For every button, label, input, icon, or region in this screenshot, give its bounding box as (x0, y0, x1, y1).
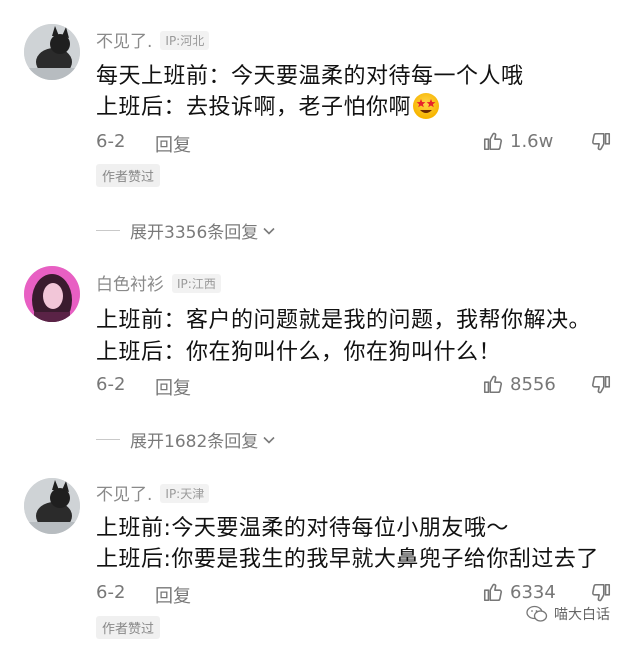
expand-replies-button[interactable]: 展开3356条回复 (96, 218, 276, 243)
comment-text-line: 上班后：你在狗叫什么，你在狗叫什么！ (96, 340, 502, 365)
comment-item: 不见了. IP:河北 每天上班前：今天要温柔的对待每一个人哦 上班后：去投诉啊，老… (0, 0, 640, 210)
author-liked-badge: 作者赞过 (96, 616, 161, 639)
expand-replies-label[interactable]: 展开1682条回复 (130, 427, 258, 452)
comment-item: 白色衬衫 IP:江西 上班前：客户的问题就是我的问题，我帮你解决。 上班后：你在狗… (0, 258, 640, 428)
like-count: 8556 (510, 373, 556, 395)
divider-dash (96, 439, 120, 440)
thumbs-up-icon (483, 583, 503, 602)
avatar[interactable] (24, 24, 80, 80)
like-button[interactable]: 6334 (482, 581, 556, 603)
ip-location-badge: IP:天津 (160, 484, 210, 503)
like-button[interactable]: 8556 (482, 373, 556, 395)
avatar-cat-image (24, 478, 80, 534)
comment-text-line: 上班前：客户的问题就是我的问题，我帮你解决。 (96, 308, 592, 333)
ip-location-badge: IP:江西 (172, 274, 221, 293)
username-text[interactable]: 不见了. (96, 485, 152, 505)
divider-dash (96, 230, 120, 231)
thumbs-up-icon (483, 375, 503, 394)
thumbs-down-icon[interactable] (590, 582, 612, 604)
wechat-icon (526, 605, 548, 622)
chevron-down-icon (263, 227, 275, 235)
comment-text-line: 上班后:你要是我生的我早就大鼻兜子给你刮过去了 (96, 547, 599, 572)
comment-text-line: 每天上班前：今天要温柔的对待每一个人哦 (96, 64, 524, 89)
thumbs-down-icon[interactable] (590, 374, 612, 396)
ip-location-badge: IP:河北 (160, 31, 210, 50)
comment-text-line: 上班后：去投诉啊，老子怕你啊 (96, 89, 440, 121)
comment-username[interactable]: 白色衬衫 IP:江西 (96, 270, 221, 295)
like-count: 6334 (510, 581, 556, 603)
reply-button[interactable]: 回复 (155, 374, 191, 400)
avatar[interactable] (24, 478, 80, 534)
thumbs-up-icon (483, 132, 503, 151)
watermark: 喵大白话 (526, 604, 610, 624)
author-liked-badge: 作者赞过 (96, 164, 161, 187)
chevron-down-icon (263, 436, 275, 444)
comment-date: 6-2 (96, 374, 126, 395)
watermark-text: 喵大白话 (554, 607, 610, 623)
comment-text-span: 上班后：去投诉啊，老子怕你啊 (96, 95, 412, 120)
comment-username[interactable]: 不见了. IP:天津 (96, 480, 210, 505)
expand-replies-label[interactable]: 展开3356条回复 (130, 218, 258, 243)
like-count: 1.6w (510, 130, 554, 152)
comment-date: 6-2 (96, 131, 126, 152)
avatar-portrait-image (24, 266, 80, 322)
comment-date: 6-2 (96, 582, 126, 603)
star-struck-emoji-icon (413, 93, 440, 119)
username-text[interactable]: 白色衬衫 (96, 275, 164, 295)
avatar-cat-image (24, 24, 80, 80)
comment-username[interactable]: 不见了. IP:河北 (96, 27, 210, 52)
username-text[interactable]: 不见了. (96, 32, 152, 52)
expand-replies-button[interactable]: 展开1682条回复 (96, 427, 276, 452)
thumbs-down-icon[interactable] (590, 131, 612, 153)
avatar[interactable] (24, 266, 80, 322)
reply-button[interactable]: 回复 (155, 131, 191, 157)
comment-text-line: 上班前:今天要温柔的对待每位小朋友哦～ (96, 516, 509, 541)
reply-button[interactable]: 回复 (155, 582, 191, 608)
like-button[interactable]: 1.6w (482, 130, 553, 152)
